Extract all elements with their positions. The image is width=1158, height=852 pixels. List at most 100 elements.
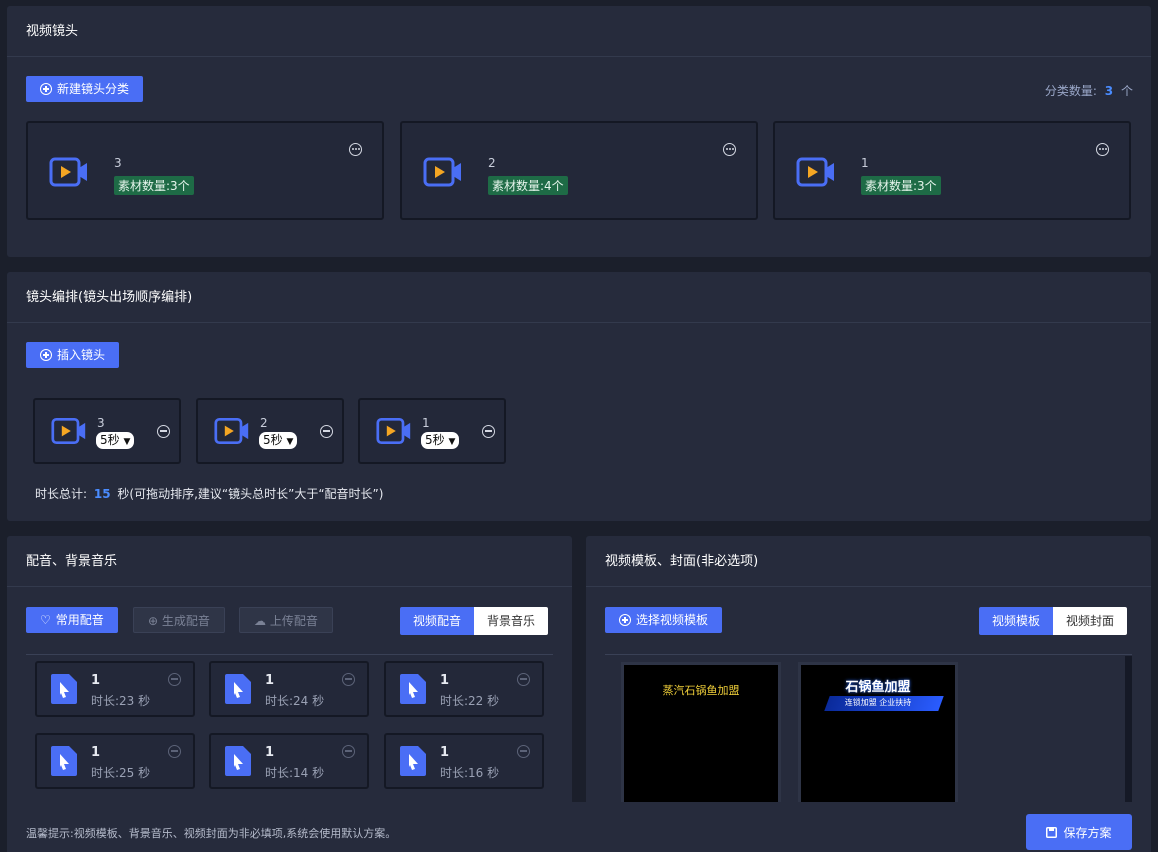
audio-file-icon bbox=[51, 746, 77, 776]
remove-icon[interactable] bbox=[168, 673, 181, 686]
video-camera-icon bbox=[796, 157, 834, 187]
remove-icon[interactable] bbox=[517, 745, 530, 758]
video-camera-icon bbox=[49, 157, 87, 187]
audio-file-icon bbox=[51, 674, 77, 704]
new-category-button[interactable]: 新建镜头分类 bbox=[26, 76, 144, 102]
category-card[interactable]: 3 素材数量:3个 bbox=[26, 121, 384, 220]
duration-value: 5秒 bbox=[263, 433, 283, 447]
template-subcaption: 连锁加盟 企业扶持 bbox=[844, 698, 912, 707]
audio-name: 1 bbox=[91, 745, 101, 760]
remove-icon[interactable] bbox=[157, 425, 170, 438]
category-count-value: 3 bbox=[1104, 84, 1114, 98]
template-tabs: 视频模板 视频封面 bbox=[979, 607, 1128, 635]
audio-name: 1 bbox=[440, 673, 450, 688]
category-card[interactable]: 2 素材数量:4个 bbox=[400, 121, 758, 220]
category-count-label: 分类数量: bbox=[1044, 84, 1097, 98]
new-category-label: 新建镜头分类 bbox=[57, 82, 130, 96]
plus-circle-icon: ⊕ bbox=[148, 614, 159, 628]
plus-circle-icon bbox=[40, 349, 52, 361]
generate-voice-label: 生成配音 bbox=[161, 614, 210, 628]
generate-voice-button[interactable]: ⊕ 生成配音 bbox=[133, 607, 225, 633]
tab-video-voice[interactable]: 视频配音 bbox=[400, 607, 475, 635]
audio-duration: 时长:24 秒 bbox=[265, 694, 325, 708]
caret-down-icon: ▼ bbox=[286, 437, 294, 447]
category-card[interactable]: 1 素材数量:3个 bbox=[773, 121, 1131, 220]
remove-icon[interactable] bbox=[342, 745, 355, 758]
category-name: 3 bbox=[114, 156, 122, 170]
more-options-icon[interactable] bbox=[723, 143, 736, 156]
audio-duration: 时长:16 秒 bbox=[440, 766, 500, 780]
duration-value: 5秒 bbox=[100, 433, 120, 447]
audio-item[interactable]: 1 时长:24 秒 bbox=[209, 661, 369, 717]
template-caption: 蒸汽石锅鱼加盟 bbox=[662, 684, 740, 697]
duration-select[interactable]: 5秒 ▼ bbox=[421, 432, 460, 449]
plus-circle-icon bbox=[40, 83, 52, 95]
tab-background-music[interactable]: 背景音乐 bbox=[474, 607, 549, 635]
audio-item[interactable]: 1 时长:16 秒 bbox=[384, 733, 544, 789]
material-count-tag: 素材数量:4个 bbox=[488, 176, 568, 195]
shot-card[interactable]: 1 5秒 ▼ bbox=[358, 398, 506, 464]
arrange-panel-title: 镜头编排(镜头出场顺序编排) bbox=[7, 272, 1151, 323]
audio-item[interactable]: 1 时长:25 秒 bbox=[35, 733, 195, 789]
remove-icon[interactable] bbox=[342, 673, 355, 686]
select-template-button[interactable]: 选择视频模板 bbox=[605, 607, 723, 633]
cloud-upload-icon: ☁ bbox=[254, 614, 266, 628]
audio-file-icon bbox=[225, 674, 251, 704]
shot-card[interactable]: 2 5秒 ▼ bbox=[196, 398, 344, 464]
total-duration: 时长总计: 15 秒(可拖动排序,建议“镜头总时长”大于“配音时长”) bbox=[35, 485, 383, 502]
upload-voice-button[interactable]: ☁ 上传配音 bbox=[239, 607, 333, 633]
audio-duration: 时长:23 秒 bbox=[91, 694, 151, 708]
insert-shot-label: 插入镜头 bbox=[57, 348, 106, 362]
insert-shot-button[interactable]: 插入镜头 bbox=[26, 342, 120, 368]
heart-icon: ♡ bbox=[40, 613, 51, 627]
audio-tabs: 视频配音 背景音乐 bbox=[400, 607, 549, 635]
divider bbox=[605, 654, 1132, 655]
shot-name: 3 bbox=[97, 416, 105, 430]
caret-down-icon: ▼ bbox=[123, 437, 131, 447]
more-options-icon[interactable] bbox=[1096, 143, 1109, 156]
shots-panel-title: 视频镜头 bbox=[7, 6, 1151, 57]
category-name: 1 bbox=[861, 156, 869, 170]
tab-video-template[interactable]: 视频模板 bbox=[979, 607, 1054, 635]
bottom-bar: 温馨提示:视频模板、背景音乐、视频封面为非必填项,系统会使用默认方案。 保存方案 bbox=[7, 802, 1151, 852]
remove-icon[interactable] bbox=[320, 425, 333, 438]
caret-down-icon: ▼ bbox=[448, 437, 456, 447]
shots-panel: 视频镜头 新建镜头分类 分类数量: 3 个 3 素材数量:3个 2 素材数量:4… bbox=[7, 6, 1151, 257]
audio-name: 1 bbox=[265, 745, 275, 760]
remove-icon[interactable] bbox=[168, 745, 181, 758]
audio-duration: 时长:14 秒 bbox=[265, 766, 325, 780]
shot-name: 1 bbox=[422, 416, 430, 430]
duration-select[interactable]: 5秒 ▼ bbox=[259, 432, 298, 449]
audio-name: 1 bbox=[91, 673, 101, 688]
tip-text: 温馨提示:视频模板、背景音乐、视频封面为非必填项,系统会使用默认方案。 bbox=[26, 827, 397, 840]
select-template-label: 选择视频模板 bbox=[636, 613, 709, 627]
template-thumbnail[interactable]: 石锅鱼加盟 连锁加盟 企业扶持 bbox=[798, 662, 958, 807]
tab-video-cover[interactable]: 视频封面 bbox=[1053, 607, 1128, 635]
template-thumbnail[interactable]: 蒸汽石锅鱼加盟 bbox=[621, 662, 781, 807]
material-count-tag: 素材数量:3个 bbox=[861, 176, 941, 195]
audio-file-icon bbox=[400, 746, 426, 776]
remove-icon[interactable] bbox=[517, 673, 530, 686]
audio-panel-title: 配音、背景音乐 bbox=[7, 536, 572, 587]
audio-item[interactable]: 1 时长:23 秒 bbox=[35, 661, 195, 717]
remove-icon[interactable] bbox=[482, 425, 495, 438]
total-duration-label: 时长总计: bbox=[35, 487, 88, 501]
shot-card[interactable]: 3 5秒 ▼ bbox=[33, 398, 181, 464]
save-plan-button[interactable]: 保存方案 bbox=[1026, 814, 1132, 850]
material-count-tag: 素材数量:3个 bbox=[114, 176, 194, 195]
duration-select[interactable]: 5秒 ▼ bbox=[96, 432, 135, 449]
duration-value: 5秒 bbox=[425, 433, 445, 447]
shot-name: 2 bbox=[260, 416, 268, 430]
template-panel-title: 视频模板、封面(非必选项) bbox=[586, 536, 1151, 587]
divider bbox=[26, 654, 553, 655]
audio-name: 1 bbox=[440, 745, 450, 760]
more-options-icon[interactable] bbox=[349, 143, 362, 156]
audio-duration: 时长:25 秒 bbox=[91, 766, 151, 780]
audio-name: 1 bbox=[265, 673, 275, 688]
category-count: 分类数量: 3 个 bbox=[1045, 82, 1133, 99]
arrange-panel: 镜头编排(镜头出场顺序编排) 插入镜头 3 5秒 ▼ 2 5秒 ▼ 1 5秒 ▼ bbox=[7, 272, 1151, 521]
common-voice-button[interactable]: ♡ 常用配音 bbox=[26, 607, 118, 633]
audio-item[interactable]: 1 时长:14 秒 bbox=[209, 733, 369, 789]
audio-item[interactable]: 1 时长:22 秒 bbox=[384, 661, 544, 717]
save-icon bbox=[1046, 826, 1058, 838]
